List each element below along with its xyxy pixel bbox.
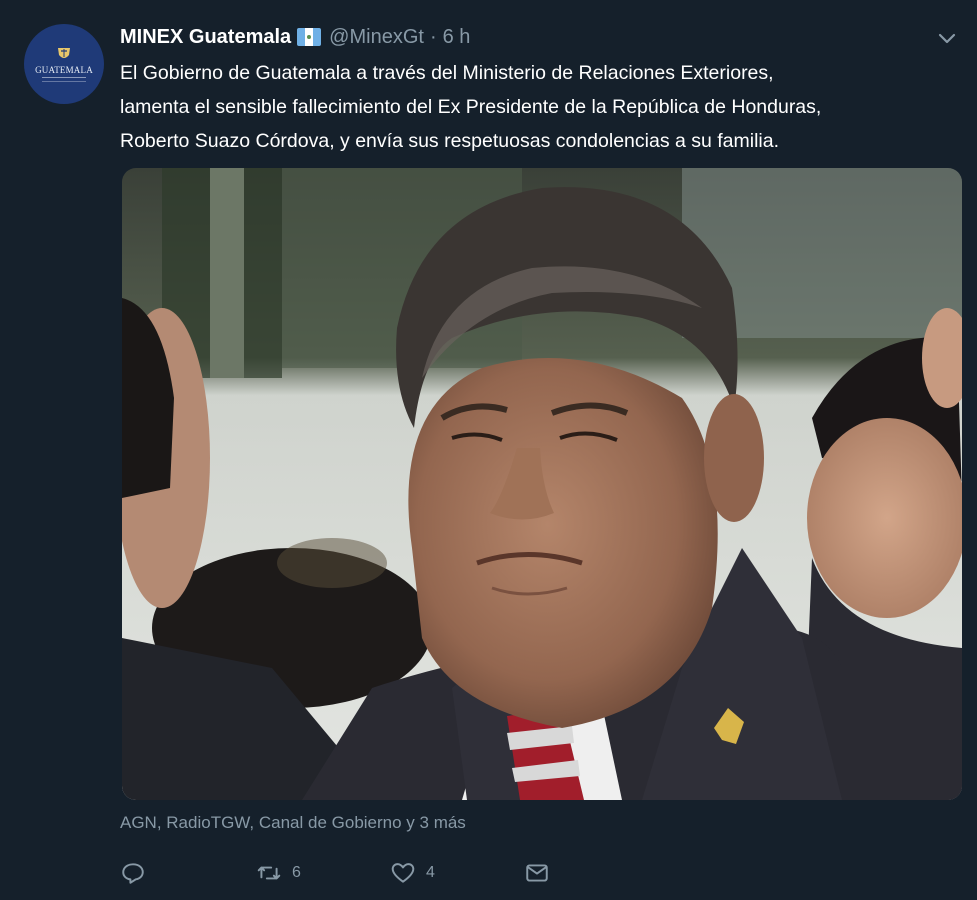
tweet-text-line: El Gobierno de Guatemala a través del Mi… bbox=[120, 62, 774, 84]
photo-elderly-man-in-suit bbox=[122, 168, 962, 800]
author-handle[interactable]: @MinexGt bbox=[329, 26, 424, 49]
reply-icon bbox=[122, 863, 144, 884]
media-attribution[interactable]: AGN, RadioTGW, Canal de Gobierno y 3 más bbox=[120, 813, 466, 833]
tweet-actions: 6 4 bbox=[120, 856, 640, 890]
envelope-icon bbox=[526, 864, 548, 882]
retweet-count: 6 bbox=[292, 864, 301, 881]
reply-button[interactable] bbox=[120, 856, 156, 890]
heart-icon bbox=[391, 863, 415, 883]
author-name[interactable]: MINEX Guatemala bbox=[120, 26, 291, 49]
like-count: 4 bbox=[426, 864, 435, 881]
chevron-down-icon[interactable] bbox=[935, 26, 959, 50]
coat-of-arms-icon bbox=[58, 48, 70, 58]
tweet-text-line: Roberto Suazo Córdova, y envía sus respe… bbox=[120, 130, 780, 152]
retweet-icon bbox=[257, 866, 281, 880]
flag-icon bbox=[297, 28, 322, 46]
avatar-text: GUATEMALA bbox=[35, 65, 93, 75]
tweet-timestamp[interactable]: 6 h bbox=[443, 26, 471, 49]
tweet-text: El Gobierno de Guatemala a través del Mi… bbox=[120, 56, 960, 158]
direct-message-button[interactable] bbox=[524, 856, 560, 890]
like-button[interactable]: 4 bbox=[390, 856, 435, 890]
avatar-divider bbox=[42, 77, 86, 82]
separator-dot: · bbox=[429, 25, 437, 48]
tweet-text-line: lamenta el sensible fallecimiento del Ex… bbox=[120, 96, 822, 118]
tweet-card[interactable]: GUATEMALA MINEX Guatemala @MinexGt · 6 h… bbox=[0, 0, 977, 900]
retweet-button[interactable]: 6 bbox=[256, 856, 301, 890]
tweet-photo[interactable] bbox=[122, 168, 962, 800]
avatar[interactable]: GUATEMALA bbox=[24, 24, 104, 104]
tweet-header: MINEX Guatemala @MinexGt · 6 h bbox=[120, 24, 470, 50]
